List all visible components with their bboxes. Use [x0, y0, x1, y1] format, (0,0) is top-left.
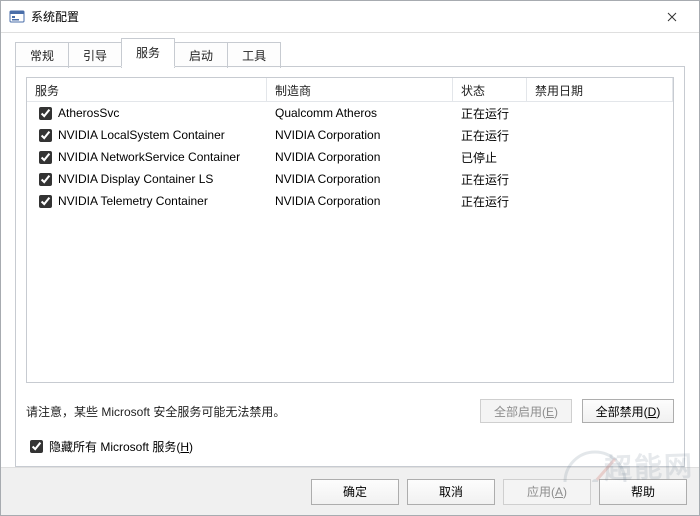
service-status: 正在运行 [453, 193, 527, 210]
window-title: 系统配置 [31, 8, 79, 25]
content-area: 常规 引导 服务 启动 工具 服务 制造商 状态 禁用日期 AtherosSvc… [1, 33, 699, 467]
tab-general[interactable]: 常规 [15, 42, 69, 68]
service-name: NVIDIA Telemetry Container [58, 194, 208, 208]
service-checkbox[interactable] [39, 151, 52, 164]
msconfig-window: 系统配置 常规 引导 服务 启动 工具 服务 制造商 状态 禁用日期 [0, 0, 700, 516]
service-manufacturer: NVIDIA Corporation [267, 194, 453, 208]
listview-body[interactable]: AtherosSvc Qualcomm Atheros 正在运行 NVIDIA … [27, 102, 673, 382]
listview-header[interactable]: 服务 制造商 状态 禁用日期 [27, 78, 673, 102]
service-name: NVIDIA NetworkService Container [58, 150, 240, 164]
table-row[interactable]: NVIDIA Telemetry Container NVIDIA Corpor… [27, 190, 673, 212]
service-status: 正在运行 [453, 171, 527, 188]
disable-all-button[interactable]: 全部禁用(D) [582, 399, 674, 423]
table-row[interactable]: NVIDIA NetworkService Container NVIDIA C… [27, 146, 673, 168]
column-manufacturer[interactable]: 制造商 [267, 78, 453, 101]
ok-button[interactable]: 确定 [311, 479, 399, 505]
column-service[interactable]: 服务 [27, 78, 267, 101]
app-icon [9, 9, 25, 25]
service-checkbox[interactable] [39, 173, 52, 186]
service-manufacturer: Qualcomm Atheros [267, 106, 453, 120]
cancel-button[interactable]: 取消 [407, 479, 495, 505]
service-name: AtherosSvc [58, 106, 119, 120]
below-list: 请注意，某些 Microsoft 安全服务可能无法禁用。 全部启用(E) 全部禁… [26, 399, 674, 456]
titlebar: 系统配置 [1, 1, 699, 33]
tab-services[interactable]: 服务 [121, 38, 175, 67]
service-status: 正在运行 [453, 127, 527, 144]
tab-boot[interactable]: 引导 [68, 42, 122, 68]
hide-ms-services-checkbox[interactable] [30, 440, 43, 453]
table-row[interactable]: NVIDIA LocalSystem Container NVIDIA Corp… [27, 124, 673, 146]
service-checkbox[interactable] [39, 129, 52, 142]
column-disable-date[interactable]: 禁用日期 [527, 78, 673, 101]
service-checkbox[interactable] [39, 195, 52, 208]
apply-button[interactable]: 应用(A) [503, 479, 591, 505]
security-warning: 请注意，某些 Microsoft 安全服务可能无法禁用。 [26, 403, 285, 420]
tab-tools[interactable]: 工具 [227, 42, 281, 68]
tabstrip: 常规 引导 服务 启动 工具 [15, 41, 685, 67]
dialog-footer: 确定 取消 应用(A) 帮助 [1, 467, 699, 515]
services-listview[interactable]: 服务 制造商 状态 禁用日期 AtherosSvc Qualcomm Ather… [26, 77, 674, 383]
service-status: 已停止 [453, 149, 527, 166]
service-name: NVIDIA Display Container LS [58, 172, 213, 186]
service-manufacturer: NVIDIA Corporation [267, 150, 453, 164]
table-row[interactable]: AtherosSvc Qualcomm Atheros 正在运行 [27, 102, 673, 124]
close-button[interactable] [649, 2, 694, 32]
tab-startup[interactable]: 启动 [174, 42, 228, 68]
service-status: 正在运行 [453, 105, 527, 122]
service-name: NVIDIA LocalSystem Container [58, 128, 225, 142]
column-status[interactable]: 状态 [453, 78, 527, 101]
help-button[interactable]: 帮助 [599, 479, 687, 505]
services-panel: 服务 制造商 状态 禁用日期 AtherosSvc Qualcomm Ather… [15, 67, 685, 467]
service-checkbox[interactable] [39, 107, 52, 120]
hide-ms-services-label[interactable]: 隐藏所有 Microsoft 服务(H) [26, 437, 193, 456]
service-manufacturer: NVIDIA Corporation [267, 128, 453, 142]
enable-all-button[interactable]: 全部启用(E) [480, 399, 572, 423]
table-row[interactable]: NVIDIA Display Container LS NVIDIA Corpo… [27, 168, 673, 190]
service-manufacturer: NVIDIA Corporation [267, 172, 453, 186]
